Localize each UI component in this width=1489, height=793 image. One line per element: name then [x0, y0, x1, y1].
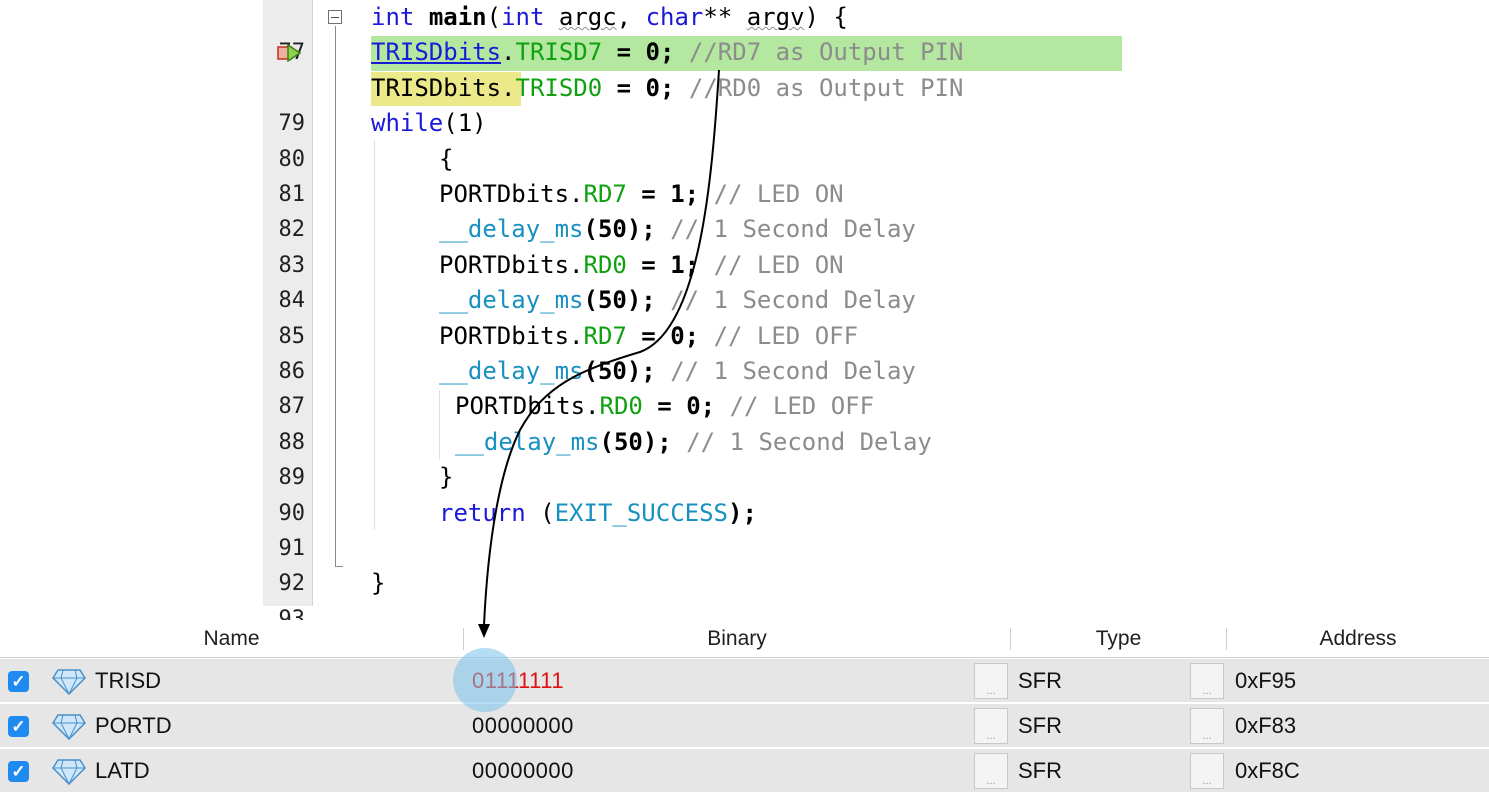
code-text: int main(int argc, char** argv) {	[371, 3, 848, 31]
variable-type: SFR	[1018, 713, 1062, 738]
type-ellipsis-button[interactable]: ...	[974, 708, 1008, 744]
address-ellipsis-button[interactable]: ...	[1190, 708, 1224, 744]
address-ellipsis-button[interactable]: ...	[1190, 753, 1224, 789]
variable-address: 0xF8C	[1235, 758, 1300, 783]
code-text: __delay_ms(50); // 1 Second Delay	[439, 357, 916, 385]
checkmark-icon[interactable]: ✓	[8, 671, 29, 692]
code-line[interactable]: 92	[263, 531, 1163, 596]
column-header-address[interactable]: Address	[1227, 620, 1489, 658]
code-editor[interactable]: 77 int main(int argc, char** argv) { TRI…	[263, 0, 1163, 632]
type-ellipsis-button[interactable]: ...	[974, 753, 1008, 789]
diamond-gem-icon	[52, 759, 86, 785]
variable-name: TRISD	[95, 668, 161, 693]
code-text: {	[439, 144, 454, 173]
code-text: __delay_ms(50); // 1 Second Delay	[455, 427, 932, 456]
code-line[interactable]: 93 }	[263, 566, 1163, 631]
table-header: Name Binary Type Address	[0, 620, 1489, 658]
code-line[interactable]: 87 __delay_ms(50); // 1 Second Delay	[263, 354, 1163, 419]
column-header-binary[interactable]: Binary	[464, 620, 1010, 658]
variable-type: SFR	[1018, 758, 1062, 783]
code-text: return (EXIT_SUCCESS);	[439, 498, 757, 527]
code-line[interactable]: 77 int main(int argc, char** argv) {	[263, 0, 1163, 65]
table-row[interactable]: ✓ TRISD 01111111 ... SFR ... 0xF95	[0, 659, 1489, 703]
code-text: TRISDbits.TRISD7 = 0; //RD7 as Output PI…	[371, 38, 964, 67]
diamond-gem-icon	[52, 714, 86, 740]
table-row[interactable]: ✓ LATD 00000000 ... SFR ... 0xF8C	[0, 749, 1489, 793]
code-line[interactable]: 82 PORTDbits.RD7 = 1; // LED ON	[263, 177, 1163, 242]
address-ellipsis-button[interactable]: ...	[1190, 663, 1224, 699]
code-line[interactable]: 85 __delay_ms(50); // 1 Second Delay	[263, 283, 1163, 348]
code-text: }	[439, 463, 454, 492]
code-text: TRISDbits.TRISD0 = 0; //RD0 as Output PI…	[371, 73, 964, 102]
code-text: }	[371, 569, 386, 598]
code-text: __delay_ms(50); // 1 Second Delay	[439, 215, 916, 244]
code-text: __delay_ms(50); // 1 Second Delay	[439, 286, 916, 315]
code-text: PORTDbits.RD7 = 0; // LED OFF	[439, 321, 859, 350]
variable-address: 0xF95	[1235, 668, 1297, 693]
code-line[interactable]: 91 return (EXIT_SUCCESS);	[263, 496, 1163, 561]
column-header-type[interactable]: Type	[1011, 620, 1226, 658]
variables-table[interactable]: Name Binary Type Address ✓ TRISD 0111111…	[0, 620, 1489, 793]
code-line[interactable]: 90 }	[263, 460, 1163, 525]
code-line[interactable]: 88 PORTDbits.RD0 = 0; // LED OFF	[263, 389, 1163, 454]
code-line[interactable]: 86 PORTDbits.RD7 = 0; // LED OFF	[263, 319, 1163, 384]
code-line[interactable]: 80 while(1)	[263, 106, 1163, 171]
fold-minus-icon[interactable]	[328, 10, 342, 24]
table-row[interactable]: ✓ PORTD 00000000 ... SFR ... 0xF83	[0, 704, 1489, 748]
code-line-current[interactable]: TRISDbits.TRISD7 = 0; //RD7 as Output PI…	[263, 35, 1163, 70]
checkmark-icon[interactable]: ✓	[8, 761, 29, 782]
variable-binary-value[interactable]: 00000000	[472, 749, 574, 793]
program-counter-arrow-icon	[277, 44, 302, 63]
code-line[interactable]: 89 __delay_ms(50); // 1 Second Delay	[263, 425, 1163, 490]
click-focus-indicator	[453, 648, 517, 712]
diamond-gem-icon	[52, 669, 86, 695]
code-line[interactable]: 83 __delay_ms(50); // 1 Second Delay	[263, 212, 1163, 277]
type-ellipsis-button[interactable]: ...	[974, 663, 1008, 699]
checkmark-icon[interactable]: ✓	[8, 716, 29, 737]
code-line[interactable]: 81 {	[263, 142, 1163, 207]
code-text: PORTDbits.RD7 = 1; // LED ON	[439, 180, 844, 208]
code-text: while(1)	[371, 109, 487, 138]
variable-name: PORTD	[95, 713, 172, 738]
column-header-name[interactable]: Name	[0, 620, 463, 658]
code-text: PORTDbits.RD0 = 0; // LED OFF	[455, 392, 875, 421]
variable-address: 0xF83	[1235, 713, 1297, 738]
code-text: PORTDbits.RD0 = 1; // LED ON	[439, 250, 844, 279]
code-line[interactable]: 84 PORTDbits.RD0 = 1; // LED ON	[263, 248, 1163, 313]
variable-type: SFR	[1018, 668, 1062, 693]
variable-name: LATD	[95, 758, 150, 783]
code-line[interactable]: 79 TRISDbits.TRISD0 = 0; //RD0 as Output…	[263, 71, 1163, 136]
